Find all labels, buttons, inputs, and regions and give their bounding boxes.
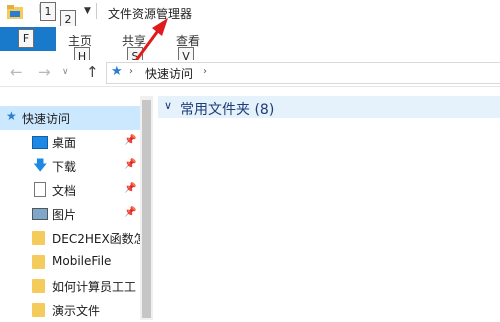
folder-icon bbox=[32, 279, 45, 293]
keytip-1: 1 bbox=[40, 2, 56, 21]
up-arrow-icon[interactable]: ↑ bbox=[86, 63, 99, 81]
nav-label: 快速访问 bbox=[22, 112, 71, 126]
nav-item-documents[interactable]: 文档 📌 bbox=[0, 178, 140, 202]
pin-icon[interactable]: 📌 bbox=[124, 159, 136, 170]
ribbon-tabs: F 主页 H 共享 S 查看 V bbox=[0, 26, 500, 66]
pin-icon[interactable]: 📌 bbox=[124, 207, 136, 218]
folder-icon bbox=[32, 303, 45, 317]
nav-label: 如何计算员工工 bbox=[52, 280, 137, 294]
nav-label: 图片 bbox=[52, 208, 77, 222]
address-bar[interactable]: ★ › 快速访问 › bbox=[106, 62, 500, 84]
group-title: 常用文件夹 (8) bbox=[180, 102, 275, 118]
forward-arrow-icon[interactable]: → bbox=[38, 63, 51, 81]
content-area bbox=[158, 96, 500, 320]
desktop-icon bbox=[32, 136, 48, 149]
nav-item-folder[interactable]: MobileFile bbox=[0, 250, 140, 274]
navigation-bar: ← → ∨ ↑ ★ › 快速访问 › bbox=[0, 60, 500, 87]
back-arrow-icon[interactable]: ← bbox=[10, 63, 23, 81]
nav-label: DEC2HEX函数怎 bbox=[52, 232, 140, 246]
customize-qat-chevron-icon[interactable]: ▼ bbox=[84, 6, 91, 16]
scrollbar-thumb[interactable] bbox=[142, 100, 151, 318]
nav-item-downloads[interactable]: 🡇 下载 📌 bbox=[0, 154, 140, 178]
quick-access-star-icon: ★ bbox=[111, 64, 123, 79]
nav-label: 桌面 bbox=[52, 136, 77, 150]
nav-item-folder[interactable]: 演示文件 bbox=[0, 298, 140, 322]
recent-chevron-icon[interactable]: ∨ bbox=[62, 67, 69, 77]
separator bbox=[96, 3, 97, 19]
nav-item-folder[interactable]: 如何计算员工工 bbox=[0, 274, 140, 298]
download-icon: 🡇 bbox=[33, 158, 48, 174]
nav-label: 下载 bbox=[52, 160, 77, 174]
keytip-file: F bbox=[18, 29, 34, 48]
picture-icon bbox=[32, 208, 48, 220]
explorer-icon bbox=[7, 5, 23, 19]
nav-item-folder[interactable]: DEC2HEX函数怎 bbox=[0, 226, 140, 250]
nav-quick-access[interactable]: ★ 快速访问 bbox=[0, 106, 140, 130]
nav-label: 演示文件 bbox=[52, 304, 101, 318]
chevron-down-icon[interactable]: ∨ bbox=[164, 99, 172, 112]
nav-label: 文档 bbox=[52, 184, 77, 198]
nav-item-pictures[interactable]: 图片 📌 bbox=[0, 202, 140, 226]
folder-icon bbox=[32, 231, 45, 245]
pin-icon[interactable]: 📌 bbox=[124, 135, 136, 146]
breadcrumb-chevron-icon[interactable]: › bbox=[129, 66, 133, 77]
nav-item-desktop[interactable]: 桌面 📌 bbox=[0, 130, 140, 154]
folder-icon bbox=[32, 255, 45, 269]
document-icon bbox=[34, 182, 46, 197]
pin-icon[interactable]: 📌 bbox=[124, 183, 136, 194]
title-bar: | 1 2 ▼ 文件资源管理器 bbox=[0, 0, 500, 29]
navigation-pane: ★ 快速访问 桌面 📌 🡇 下载 📌 文档 📌 图片 📌 DEC2HEX函数怎 … bbox=[0, 96, 140, 320]
breadcrumb-chevron-icon[interactable]: › bbox=[203, 66, 207, 77]
quick-access-star-icon: ★ bbox=[6, 109, 17, 123]
nav-label: MobileFile bbox=[52, 254, 112, 268]
breadcrumb-quick-access[interactable]: 快速访问 bbox=[145, 65, 193, 82]
tab-file[interactable]: F bbox=[0, 27, 56, 51]
